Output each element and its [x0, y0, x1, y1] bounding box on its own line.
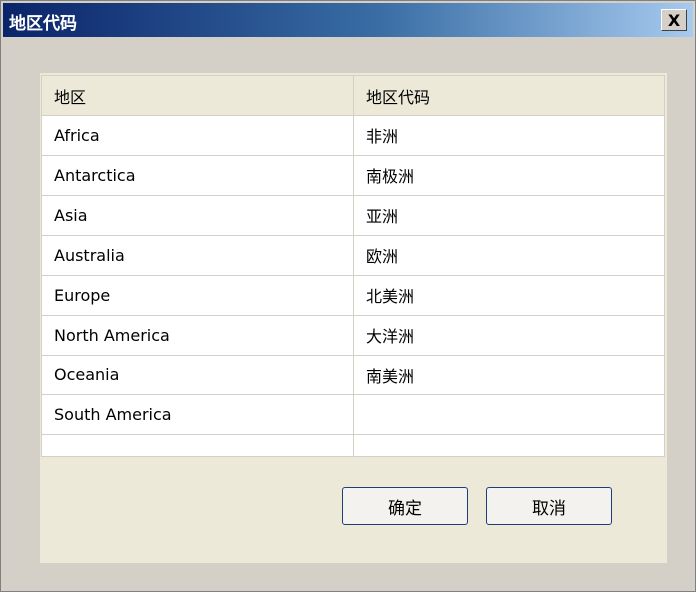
table-row[interactable]: Oceania 南美洲: [41, 354, 665, 396]
close-icon: X: [667, 10, 681, 30]
table-row[interactable]: Africa 非洲: [41, 115, 665, 156]
column-header-region[interactable]: 地区: [41, 75, 354, 116]
cell-region-code-empty[interactable]: [353, 434, 665, 457]
table-row[interactable]: Asia 亚洲: [41, 194, 665, 236]
window-title: 地区代码: [9, 14, 77, 34]
cell-region[interactable]: Asia: [41, 194, 354, 236]
title-bar[interactable]: 地区代码 X: [3, 3, 693, 37]
table-row[interactable]: South America: [41, 394, 665, 436]
cell-region-code[interactable]: 非洲: [353, 115, 665, 156]
table-row[interactable]: Europe 北美洲: [41, 274, 665, 316]
cell-region-code[interactable]: 北美洲: [353, 274, 665, 316]
cell-region[interactable]: North America: [41, 314, 354, 356]
cell-region[interactable]: Australia: [41, 234, 354, 276]
cell-region-code[interactable]: 亚洲: [353, 194, 665, 236]
cell-region[interactable]: South America: [41, 394, 354, 436]
dialog-window: 地区代码 X 地区 地区代码 Africa 非洲 Antarctica 南极洲: [0, 0, 696, 592]
cell-region-code[interactable]: [353, 394, 665, 436]
column-header-region-code[interactable]: 地区代码: [353, 75, 665, 116]
cancel-button[interactable]: 取消: [486, 487, 612, 525]
table-header-row: 地区 地区代码: [41, 75, 665, 116]
ok-button[interactable]: 确定: [342, 487, 468, 525]
cell-region-code[interactable]: 大洋洲: [353, 314, 665, 356]
table-row-new[interactable]: [41, 434, 665, 457]
cell-region-code[interactable]: 南美洲: [353, 354, 665, 396]
region-code-table: 地区 地区代码 Africa 非洲 Antarctica 南极洲 Asia 亚洲: [41, 75, 665, 457]
cell-region[interactable]: Oceania: [41, 354, 354, 396]
table-row[interactable]: Antarctica 南极洲: [41, 154, 665, 196]
content-panel: 地区 地区代码 Africa 非洲 Antarctica 南极洲 Asia 亚洲: [40, 73, 667, 563]
close-button[interactable]: X: [661, 9, 687, 31]
cell-region-code[interactable]: 欧洲: [353, 234, 665, 276]
cell-region-empty[interactable]: [41, 434, 354, 457]
table-row[interactable]: Australia 欧洲: [41, 234, 665, 276]
cell-region-code[interactable]: 南极洲: [353, 154, 665, 196]
cell-region[interactable]: Europe: [41, 274, 354, 316]
table-row[interactable]: North America 大洋洲: [41, 314, 665, 356]
cell-region[interactable]: Africa: [41, 115, 354, 156]
cell-region[interactable]: Antarctica: [41, 154, 354, 196]
